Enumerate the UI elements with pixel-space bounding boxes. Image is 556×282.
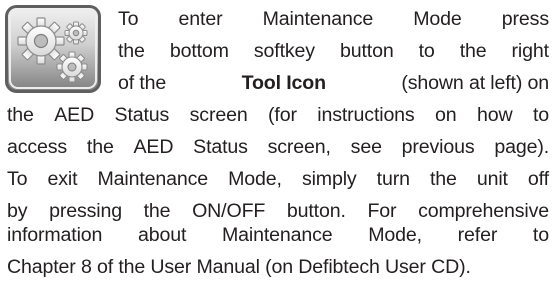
word: To	[118, 8, 139, 30]
word: the	[118, 40, 145, 62]
paragraph-line-3: of the Tool Icon (shown at left) on	[118, 72, 549, 94]
paragraph-line-7: by pressing the ON/OFF button. For comprehensi…	[7, 200, 549, 222]
paragraph-line-8: information about Maintenance Mode, refer to	[7, 224, 549, 246]
manual-page: To enter Maintenance Mode press the bottom sof…	[0, 0, 556, 282]
gear-icon	[56, 51, 88, 83]
word: Mode	[413, 8, 462, 30]
tool-icon	[5, 5, 101, 93]
word: refer	[457, 224, 498, 246]
word: Mode,	[228, 168, 282, 190]
paragraph-line-4: the AED Status screen (for instructions on how t…	[7, 104, 549, 126]
word: Status	[114, 104, 170, 126]
word: the	[7, 104, 34, 126]
word: the	[86, 136, 114, 158]
word: softkey	[253, 40, 315, 62]
word: AED	[133, 136, 174, 158]
paragraph-line-9: Chapter 8 of the User Manual (on Defibte…	[7, 256, 471, 278]
word: ON/OFF	[192, 200, 266, 222]
word: how	[477, 104, 513, 126]
word: unit	[476, 168, 508, 190]
word: to	[418, 40, 435, 62]
word: see	[350, 136, 382, 158]
word: Status	[193, 136, 248, 158]
word: button.	[286, 200, 346, 222]
word: pressing	[49, 200, 122, 222]
paragraph-line-1: To enter Maintenance Mode press	[118, 8, 549, 30]
word: by	[7, 200, 28, 222]
paragraph-line-5: access the AED Status screen, see previous page…	[7, 136, 549, 158]
word: enter	[178, 8, 223, 30]
word: (for	[268, 104, 297, 126]
word: off	[527, 168, 549, 190]
word: right	[511, 40, 550, 62]
word: For	[367, 200, 397, 222]
word: the	[429, 168, 457, 190]
word: information	[7, 224, 103, 246]
gear-icon	[17, 17, 65, 65]
word: Mode,	[368, 224, 422, 246]
paragraph-line-3-after: (shown at left) on	[401, 72, 549, 94]
word: page).	[494, 136, 549, 158]
word: comprehensive	[418, 200, 549, 222]
word: to	[532, 104, 549, 126]
word: on	[435, 104, 457, 126]
word: bottom	[169, 40, 229, 62]
paragraph-line-6: To exit Maintenance Mode, simply turn the unit o…	[7, 168, 549, 190]
word: press	[501, 8, 549, 30]
word: AED	[54, 104, 95, 126]
paragraph-line-3-before: of the	[118, 72, 167, 94]
tool-icon-label: Tool Icon	[241, 72, 326, 94]
gear-icon	[64, 21, 88, 45]
word: the	[459, 40, 487, 62]
paragraph-line-2: the bottom softkey button to the right	[118, 40, 550, 62]
word: access	[7, 136, 68, 158]
word: Maintenance	[221, 224, 333, 246]
word: exit	[47, 168, 78, 190]
word: the	[143, 200, 171, 222]
word: simply	[301, 168, 357, 190]
word: about	[137, 224, 187, 246]
word: button	[339, 40, 394, 62]
word: to	[532, 224, 549, 246]
word: To	[7, 168, 28, 190]
word: Maintenance	[262, 8, 374, 30]
word: turn	[376, 168, 410, 190]
word: screen,	[267, 136, 331, 158]
word: instructions	[317, 104, 415, 126]
word: Maintenance	[97, 168, 209, 190]
word: previous	[401, 136, 475, 158]
word: screen	[189, 104, 248, 126]
